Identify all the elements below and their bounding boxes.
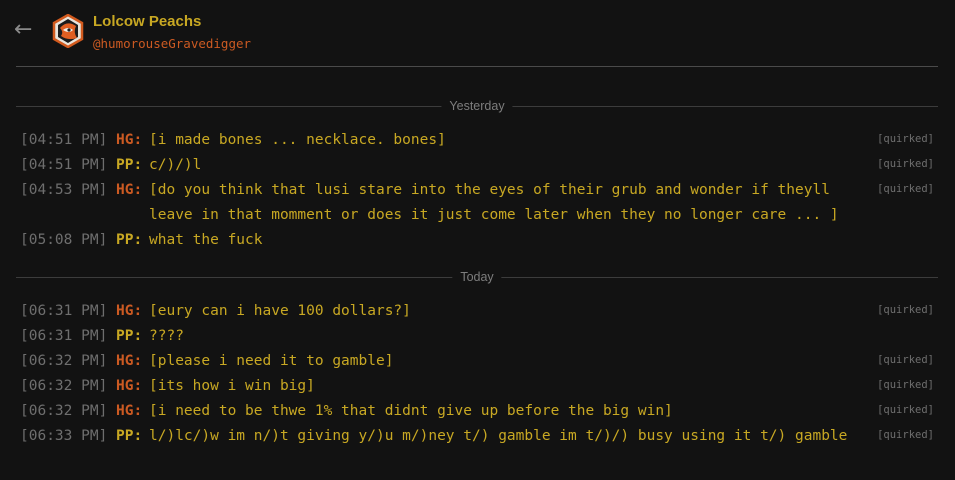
quirked-tag[interactable]: [quirked] (877, 350, 934, 370)
message-sender: HG: (116, 403, 143, 419)
message-text: what the fuck (149, 232, 263, 248)
message-text: ???? (149, 328, 184, 344)
message-text: [i need to be thwe 1% that didnt give up… (149, 403, 673, 419)
quirked-tag[interactable]: [quirked] (877, 300, 934, 320)
message-timestamp: [04:53 PM] (20, 182, 108, 198)
message-text: [i made bones ... necklace. bones] (149, 132, 446, 148)
message-sender: HG: (116, 303, 143, 319)
message-timestamp: [05:08 PM] (20, 232, 108, 248)
message-timestamp: [04:51 PM] (20, 132, 108, 148)
day-divider-label: Today (452, 268, 502, 286)
message-text: [eury can i have 100 dollars?] (149, 303, 411, 319)
quirked-tag[interactable]: [quirked] (877, 129, 934, 149)
message-text: [do you think that lusi stare into the e… (149, 182, 839, 223)
message-timestamp: [06:32 PM] (20, 378, 108, 394)
quirked-tag[interactable]: [quirked] (877, 400, 934, 420)
quirked-tag[interactable]: [quirked] (877, 154, 934, 174)
message-timestamp: [06:33 PM] (20, 428, 108, 444)
message-text: l/)lc/)w im n/)t giving y/)u m/)ney t/) … (149, 428, 848, 444)
message-text: [please i need it to gamble] (149, 353, 394, 369)
message-timestamp: [06:31 PM] (20, 328, 108, 344)
chat-header: ← Lolcow Peachs @humorouseGravedigger (0, 0, 955, 66)
back-arrow-icon[interactable]: ← (14, 16, 32, 44)
message-sender: HG: (116, 182, 143, 198)
message-timestamp: [06:32 PM] (20, 353, 108, 369)
quirked-tag[interactable]: [quirked] (877, 375, 934, 395)
message-timestamp: [04:51 PM] (20, 157, 108, 173)
message-sender: PP: (116, 232, 143, 248)
message-sender: HG: (116, 378, 143, 394)
message-timestamp: [06:32 PM] (20, 403, 108, 419)
message-text: c/)/)l (149, 157, 202, 173)
message-sender: PP: (116, 157, 143, 173)
message-sender: HG: (116, 132, 143, 148)
message-sender: PP: (116, 328, 143, 344)
message-sender: HG: (116, 353, 143, 369)
day-divider-today: Today (16, 268, 938, 286)
day-divider-label: Yesterday (441, 97, 513, 115)
contact-name: Lolcow Peachs (93, 13, 202, 30)
contact-handle[interactable]: @humorouseGravedigger (93, 36, 251, 52)
quirked-tag[interactable]: [quirked] (877, 425, 934, 445)
message-timestamp: [06:31 PM] (20, 303, 108, 319)
avatar[interactable] (51, 14, 85, 48)
header-divider (16, 66, 938, 67)
quirked-tag[interactable]: [quirked] (877, 179, 934, 199)
message-sender: PP: (116, 428, 143, 444)
day-divider-yesterday: Yesterday (16, 97, 938, 115)
message-text: [its how i win big] (149, 378, 315, 394)
